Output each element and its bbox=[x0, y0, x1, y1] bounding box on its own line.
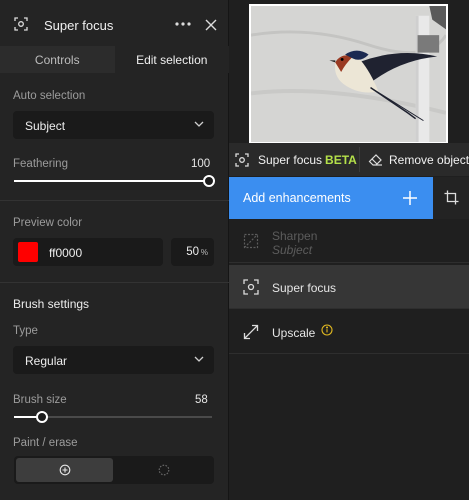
opacity-unit: % bbox=[200, 248, 208, 257]
erase-brush-icon bbox=[158, 464, 170, 476]
info-icon[interactable] bbox=[321, 324, 333, 336]
swallow-photo bbox=[251, 6, 446, 142]
divider bbox=[0, 282, 229, 283]
super-focus-label: Super focus bbox=[258, 152, 323, 167]
enhancement-subtitle: Subject bbox=[272, 243, 313, 257]
brush-type-dropdown[interactable]: Regular bbox=[13, 346, 214, 374]
close-icon[interactable] bbox=[205, 19, 217, 31]
feathering-fill bbox=[14, 180, 209, 182]
brush-settings-title: Brush settings bbox=[13, 297, 90, 311]
brush-type-label: Type bbox=[13, 325, 38, 337]
auto-selection-label: Auto selection bbox=[13, 90, 86, 102]
sharpen-icon bbox=[243, 233, 259, 249]
tab-controls[interactable]: Controls bbox=[0, 46, 115, 73]
chevron-down-icon bbox=[194, 121, 204, 127]
opacity-field[interactable]: 50 % bbox=[171, 238, 214, 266]
color-swatch[interactable] bbox=[18, 242, 38, 262]
brush-size-knob[interactable] bbox=[35, 411, 48, 423]
enhancement-sharpen[interactable]: Sharpen Subject bbox=[229, 219, 469, 263]
paint-erase-label: Paint / erase bbox=[13, 437, 78, 449]
enhancements-panel: Super focus BETA Remove object Add enhan… bbox=[229, 0, 469, 500]
divider bbox=[0, 200, 229, 201]
enhancement-super-focus[interactable]: Super focus bbox=[229, 265, 469, 309]
paint-mode-button[interactable] bbox=[16, 458, 113, 482]
panel-title: Super focus bbox=[44, 18, 114, 33]
feathering-slider[interactable] bbox=[14, 174, 215, 188]
beta-badge: BETA bbox=[325, 152, 357, 167]
brush-size-value: 58 bbox=[195, 394, 208, 406]
brush-size-slider[interactable] bbox=[14, 410, 212, 424]
paint-brush-icon bbox=[59, 464, 71, 476]
remove-object-button[interactable]: Remove object bbox=[368, 143, 469, 176]
toolbar-divider bbox=[359, 147, 360, 172]
feathering-value: 100 bbox=[191, 158, 211, 170]
plus-icon bbox=[403, 191, 417, 205]
erase-mode-button[interactable] bbox=[115, 458, 212, 482]
auto-selection-dropdown[interactable]: Subject bbox=[13, 111, 214, 139]
tab-bar: Controls Edit selection bbox=[0, 46, 229, 73]
upscale-icon bbox=[243, 324, 259, 340]
crop-button[interactable] bbox=[433, 177, 469, 219]
preview-thumbnail[interactable] bbox=[249, 4, 448, 144]
enhancement-name: Super focus bbox=[272, 281, 337, 295]
add-enhancements-row: Add enhancements bbox=[229, 177, 469, 219]
color-hex-value: ff0000 bbox=[49, 246, 83, 260]
enhancement-name: Upscale bbox=[272, 326, 316, 340]
super-focus-icon bbox=[235, 152, 249, 167]
brush-size-label: Brush size bbox=[13, 394, 67, 406]
action-toolbar: Super focus BETA Remove object bbox=[229, 143, 469, 176]
add-enhancements-button[interactable]: Add enhancements bbox=[229, 177, 433, 219]
feathering-knob[interactable] bbox=[203, 175, 215, 187]
enhancement-upscale[interactable]: Upscale bbox=[229, 310, 469, 354]
crop-icon bbox=[444, 190, 459, 205]
paint-erase-toggle bbox=[14, 456, 214, 484]
settings-panel: Super focus Controls Edit selection Auto… bbox=[0, 0, 229, 500]
opacity-value: 50 bbox=[186, 246, 199, 258]
preview-color-field[interactable]: ff0000 bbox=[13, 238, 163, 266]
tab-edit-selection[interactable]: Edit selection bbox=[114, 46, 229, 73]
auto-selection-value: Subject bbox=[25, 119, 66, 133]
panel-header: Super focus bbox=[0, 0, 229, 46]
app-window: Super focus Controls Edit selection Auto… bbox=[0, 0, 469, 500]
add-enhancements-label: Add enhancements bbox=[243, 191, 351, 205]
more-horizontal-icon[interactable] bbox=[173, 17, 193, 31]
brush-type-value: Regular bbox=[25, 354, 68, 368]
enhancement-name: Sharpen bbox=[272, 229, 318, 243]
super-focus-icon bbox=[243, 279, 259, 295]
feathering-label: Feathering bbox=[13, 158, 68, 170]
chevron-down-icon bbox=[194, 356, 204, 362]
super-focus-icon bbox=[14, 17, 28, 31]
preview-color-label: Preview color bbox=[13, 217, 83, 229]
eraser-icon bbox=[368, 153, 382, 166]
remove-object-label: Remove object bbox=[389, 152, 469, 167]
super-focus-button[interactable]: Super focus BETA bbox=[235, 143, 357, 176]
